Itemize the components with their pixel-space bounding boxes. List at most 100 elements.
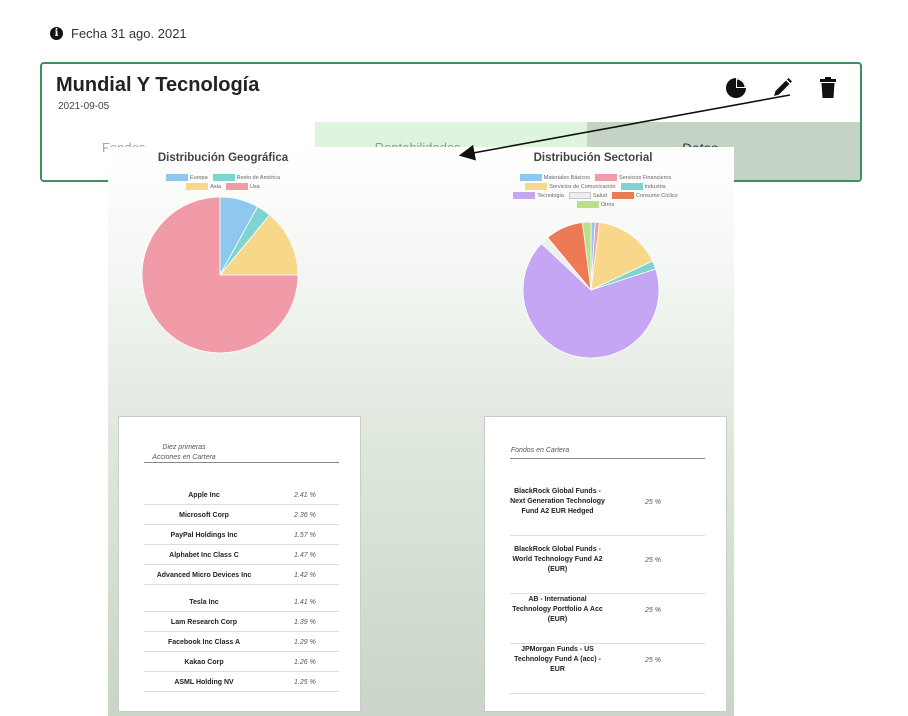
holding-pct: 1.57 % bbox=[294, 532, 316, 539]
holding-name: Alphabet Inc Class C bbox=[169, 552, 239, 559]
funds-heading: Fondos en Cartera bbox=[510, 447, 570, 454]
legend-swatch bbox=[186, 183, 209, 190]
holding-pct: 1.29 % bbox=[294, 639, 316, 646]
holding-row: Lam Research Corp 1.39 % bbox=[144, 619, 344, 626]
legend-swatch bbox=[612, 192, 635, 199]
holding-name: ASML Holding NV bbox=[174, 679, 234, 686]
holding-row: Advanced Micro Devices Inc 1.42 % bbox=[144, 572, 344, 579]
holding-name: Lam Research Corp bbox=[170, 619, 238, 626]
holding-row: Kakao Corp 1.26 % bbox=[144, 659, 344, 666]
row-divider bbox=[144, 544, 339, 545]
row-divider bbox=[144, 691, 339, 692]
fund-name: BlackRock Global Funds - Next Generation… bbox=[510, 488, 605, 515]
legend-label: Europa bbox=[189, 174, 208, 181]
holding-pct: 1.47 % bbox=[294, 552, 316, 559]
legend-swatch bbox=[225, 183, 248, 190]
geo-legend-item: Usa bbox=[225, 183, 260, 190]
legend-label: Materiales Básicos bbox=[543, 174, 590, 181]
row-divider bbox=[144, 651, 339, 652]
holding-row: Microsoft Corp 2.36 % bbox=[144, 512, 344, 519]
sector-legend-item: Industria bbox=[620, 183, 666, 190]
sector-legend-item: Tecnología bbox=[513, 192, 564, 199]
fund-row: BlackRock Global Funds - World Technolog… bbox=[510, 545, 710, 575]
portfolio-date: 2021-09-05 bbox=[58, 101, 110, 112]
date-row: i Fecha 31 ago. 2021 bbox=[50, 26, 187, 41]
geo-legend-item: Asia bbox=[186, 183, 221, 190]
legend-swatch bbox=[212, 174, 235, 181]
legend-label: Consumo Cíclico bbox=[636, 192, 678, 199]
legend-label: Servicios de Comunicación bbox=[549, 183, 616, 190]
holding-pct: 1.42 % bbox=[294, 572, 316, 579]
holding-pct: 2.41 % bbox=[294, 492, 316, 499]
row-divider bbox=[510, 643, 705, 644]
geo-legend: Europa Resto de América Asia Usa bbox=[148, 174, 298, 190]
geo-pie-chart bbox=[142, 197, 299, 354]
holding-pct: 1.39 % bbox=[294, 619, 316, 626]
data-overlay-panel: Distribución Geográfica Europa Resto de … bbox=[108, 147, 734, 716]
fund-pct: 25 % bbox=[645, 498, 661, 506]
holding-row: Tesla Inc 1.41 % bbox=[144, 599, 344, 606]
fund-pct: 25 % bbox=[645, 656, 661, 664]
legend-label: Tecnología bbox=[537, 192, 564, 199]
holding-name: Tesla Inc bbox=[189, 599, 219, 606]
sector-legend-item: Otros bbox=[576, 201, 615, 208]
fund-name: AB - International Technology Portfolio … bbox=[512, 596, 603, 623]
holdings-table: Diez primeras Acciones en Cartera Apple … bbox=[118, 416, 361, 712]
legend-swatch bbox=[165, 174, 188, 181]
legend-swatch bbox=[519, 174, 542, 181]
sector-legend-item: Servicios Financieros bbox=[594, 174, 672, 181]
card-actions bbox=[724, 76, 840, 100]
legend-swatch bbox=[525, 183, 548, 190]
holding-pct: 1.26 % bbox=[294, 659, 316, 666]
sector-legend: Materiales Básicos Servicios Financieros… bbox=[503, 174, 688, 208]
holding-name: Advanced Micro Devices Inc bbox=[156, 572, 252, 579]
holding-row: Alphabet Inc Class C 1.47 % bbox=[144, 552, 344, 559]
info-icon: i bbox=[50, 27, 63, 40]
legend-swatch bbox=[568, 192, 591, 199]
legend-label: Usa bbox=[249, 183, 260, 190]
row-divider bbox=[510, 693, 705, 694]
holding-name: Microsoft Corp bbox=[179, 512, 229, 519]
date-label: Fecha 31 ago. 2021 bbox=[71, 26, 187, 41]
holding-name: Facebook Inc Class A bbox=[167, 639, 241, 646]
legend-label: Servicios Financieros bbox=[618, 174, 672, 181]
legend-swatch bbox=[620, 183, 643, 190]
legend-label: Otros bbox=[600, 201, 615, 208]
trash-icon[interactable] bbox=[816, 76, 840, 100]
pie-chart-icon[interactable] bbox=[724, 76, 748, 100]
row-divider bbox=[144, 584, 339, 585]
fund-pct: 25 % bbox=[645, 606, 661, 614]
sector-chart-title: Distribución Sectorial bbox=[533, 152, 653, 164]
holding-pct: 1.41 % bbox=[294, 599, 316, 606]
divider bbox=[510, 458, 705, 459]
legend-swatch bbox=[576, 201, 599, 208]
holding-pct: 2.36 % bbox=[294, 512, 316, 519]
funds-table: Fondos en Cartera BlackRock Global Funds… bbox=[484, 416, 727, 712]
fund-row: JPMorgan Funds - US Technology Fund A (a… bbox=[510, 645, 710, 675]
geo-legend-item: Europa bbox=[165, 174, 208, 181]
fund-row: BlackRock Global Funds - Next Generation… bbox=[510, 487, 710, 517]
pencil-icon[interactable] bbox=[770, 76, 794, 100]
holdings-heading: Diez primeras Acciones en Cartera bbox=[152, 444, 216, 461]
fund-row: AB - International Technology Portfolio … bbox=[510, 595, 710, 625]
fund-name: JPMorgan Funds - US Technology Fund A (a… bbox=[514, 646, 601, 673]
holding-row: ASML Holding NV 1.25 % bbox=[144, 679, 344, 686]
holding-name: Kakao Corp bbox=[184, 659, 224, 666]
holding-name: PayPal Holdings Inc bbox=[170, 532, 238, 539]
divider bbox=[144, 462, 339, 463]
sector-legend-item: Consumo Cíclico bbox=[612, 192, 678, 199]
fund-name: BlackRock Global Funds - World Technolog… bbox=[512, 546, 603, 573]
holding-pct: 1.25 % bbox=[294, 679, 316, 686]
row-divider bbox=[144, 631, 339, 632]
holding-row: Apple Inc 2.41 % bbox=[144, 492, 344, 499]
sector-legend-item: Materiales Básicos bbox=[519, 174, 590, 181]
row-divider bbox=[510, 535, 705, 536]
row-divider bbox=[144, 611, 339, 612]
legend-label: Industria bbox=[644, 183, 666, 190]
row-divider bbox=[144, 504, 339, 505]
holding-name: Apple Inc bbox=[188, 492, 220, 499]
row-divider bbox=[510, 593, 705, 594]
holding-row: Facebook Inc Class A 1.29 % bbox=[144, 639, 344, 646]
legend-swatch bbox=[594, 174, 617, 181]
row-divider bbox=[144, 564, 339, 565]
